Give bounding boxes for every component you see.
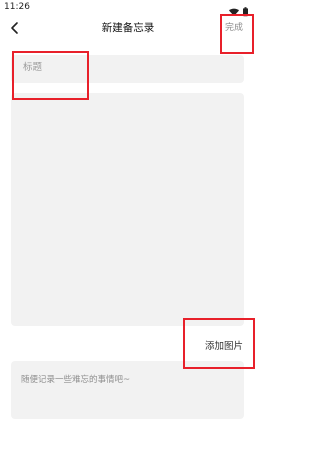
title-input[interactable]: 标题 [23,61,42,75]
add-image-button[interactable]: 添加图片 [205,340,243,353]
done-button[interactable]: 完成 [225,22,243,34]
new-memo-screen: 11:26 新建备忘录 完成 标题 添加图片 随便记录一些难忘的事情吧~ [0,0,256,456]
page-title: 新建备忘录 [101,22,155,34]
content-textarea[interactable] [11,93,244,326]
note-field[interactable]: 随便记录一些难忘的事情吧~ [11,361,244,419]
status-time: 11:26 [4,2,30,12]
note-input[interactable]: 随便记录一些难忘的事情吧~ [21,374,130,386]
status-bar: 11:26 [0,0,256,17]
status-icons [228,2,250,17]
title-field[interactable]: 标题 [11,55,244,83]
title-bar: 新建备忘录 完成 [0,14,256,44]
